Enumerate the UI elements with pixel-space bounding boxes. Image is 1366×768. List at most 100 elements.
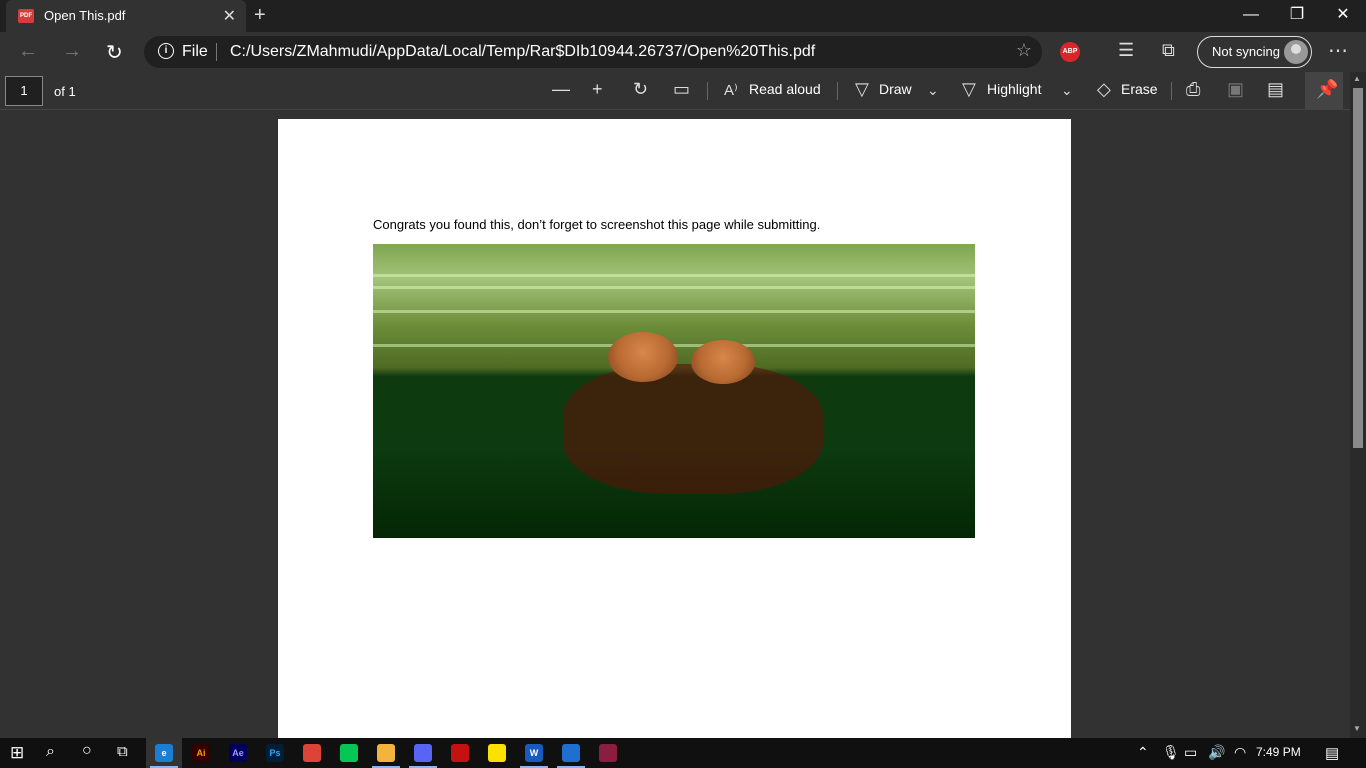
taskbar-app-after-effects[interactable]: Ae bbox=[220, 738, 256, 768]
taskbar: ⊞ ⌕ ○ ⧉ e Ai Ae Ps W ⌃ 🎙 ▭ 🔊 ◠ 7:49 PM ▤ bbox=[0, 738, 1366, 768]
chevron-up-icon[interactable]: ⌃ bbox=[1137, 744, 1149, 761]
tab-title: Open This.pdf bbox=[44, 8, 126, 23]
fit-page-icon[interactable]: ▭ bbox=[673, 79, 690, 100]
scroll-up-icon[interactable]: ▲ bbox=[1353, 74, 1361, 83]
vertical-scrollbar[interactable]: ▲ ▼ bbox=[1350, 72, 1366, 738]
illustrator-icon: Ai bbox=[192, 744, 210, 762]
restore-icon[interactable]: ❐ bbox=[1274, 0, 1320, 32]
forward-icon[interactable]: → bbox=[62, 40, 82, 63]
taskbar-app-chrome[interactable] bbox=[294, 738, 330, 768]
avatar bbox=[1284, 40, 1308, 64]
taskbar-app-file-explorer[interactable] bbox=[368, 738, 404, 768]
cats-photo bbox=[373, 244, 975, 538]
address-bar[interactable]: i File C:/Users/ZMahmudi/AppData/Local/T… bbox=[144, 36, 1042, 68]
file-explorer-icon bbox=[377, 744, 395, 762]
info-icon[interactable]: i bbox=[158, 43, 174, 59]
among-us-icon bbox=[451, 744, 469, 762]
erase-button[interactable]: Erase bbox=[1121, 81, 1158, 97]
save-icon[interactable]: ▣ bbox=[1227, 79, 1244, 100]
microphone-icon[interactable]: 🎙 bbox=[1162, 744, 1180, 761]
refresh-icon[interactable]: ↻ bbox=[106, 40, 123, 65]
rotate-icon[interactable]: ↻ bbox=[633, 79, 648, 100]
pdf-page: Congrats you found this, don’t forget to… bbox=[278, 119, 1071, 739]
taskbar-app-among-us[interactable] bbox=[442, 738, 478, 768]
page-total-label: of 1 bbox=[54, 84, 76, 99]
highlight-button[interactable]: Highlight bbox=[987, 81, 1041, 97]
cat-head-left bbox=[608, 332, 678, 382]
pin-toolbar-button[interactable]: 📌 bbox=[1305, 72, 1343, 110]
notifications-icon[interactable]: ▤ bbox=[1325, 744, 1339, 762]
draw-button[interactable]: Draw bbox=[879, 81, 912, 97]
taskbar-app-photoshop[interactable]: Ps bbox=[257, 738, 293, 768]
adblock-plus-icon[interactable]: ABP bbox=[1060, 42, 1080, 62]
volume-icon[interactable]: 🔊 bbox=[1208, 744, 1225, 761]
scroll-thumb[interactable] bbox=[1353, 88, 1363, 448]
profile-button[interactable]: Not syncing bbox=[1197, 36, 1312, 68]
search-icon[interactable]: ⌕ bbox=[46, 743, 55, 761]
taskbar-app-vegas[interactable] bbox=[553, 738, 589, 768]
favorites-icon[interactable]: ☰ bbox=[1118, 40, 1134, 61]
zoom-out-icon[interactable]: — bbox=[552, 79, 570, 100]
zoom-in-icon[interactable]: + bbox=[592, 79, 603, 100]
scroll-down-icon[interactable]: ▼ bbox=[1353, 724, 1361, 733]
taskbar-app-discord[interactable] bbox=[405, 738, 441, 768]
battery-icon[interactable]: ▭ bbox=[1184, 744, 1197, 761]
url-text[interactable]: C:/Users/ZMahmudi/AppData/Local/Temp/Rar… bbox=[230, 43, 815, 61]
taskbar-app-edge[interactable]: e bbox=[146, 738, 182, 768]
chevron-down-icon[interactable]: ⌄ bbox=[1061, 82, 1073, 99]
after-effects-icon: Ae bbox=[229, 744, 247, 762]
browser-tab[interactable]: PDF Open This.pdf ✕ bbox=[6, 0, 246, 32]
taskbar-app-winrar[interactable] bbox=[590, 738, 626, 768]
discord-icon bbox=[414, 744, 432, 762]
url-divider bbox=[216, 43, 217, 61]
taskbar-app-line[interactable] bbox=[331, 738, 367, 768]
document-text: Congrats you found this, don’t forget to… bbox=[373, 217, 821, 232]
toolbar-divider bbox=[1171, 82, 1172, 100]
close-window-icon[interactable]: ✕ bbox=[1320, 0, 1366, 32]
taskbar-app-illustrator[interactable]: Ai bbox=[183, 738, 219, 768]
toolbar-divider bbox=[707, 82, 708, 100]
chrome-icon bbox=[303, 744, 321, 762]
close-tab-icon[interactable]: ✕ bbox=[223, 6, 236, 26]
collections-icon[interactable]: ⧉ bbox=[1162, 40, 1175, 61]
minimize-icon[interactable]: — bbox=[1228, 0, 1274, 32]
pdf-file-icon: PDF bbox=[18, 9, 34, 23]
edge-icon: e bbox=[155, 744, 173, 762]
print-icon[interactable]: ⎙ bbox=[1186, 79, 1200, 100]
clock[interactable]: 7:49 PM bbox=[1256, 745, 1301, 759]
read-aloud-button[interactable]: Read aloud bbox=[749, 81, 821, 97]
image-band bbox=[373, 310, 975, 313]
toolbar-divider bbox=[837, 82, 838, 100]
back-icon[interactable]: ← bbox=[18, 40, 38, 63]
chevron-down-icon[interactable]: ⌄ bbox=[927, 82, 939, 99]
photoshop-icon: Ps bbox=[266, 744, 284, 762]
image-band bbox=[373, 274, 975, 277]
taskbar-app-sticky-notes[interactable] bbox=[479, 738, 515, 768]
page-number-input[interactable]: 1 bbox=[5, 76, 43, 106]
sync-status-label: Not syncing bbox=[1212, 44, 1280, 59]
new-tab-icon[interactable]: + bbox=[254, 4, 266, 27]
address-toolbar: ← → ↻ i File C:/Users/ZMahmudi/AppData/L… bbox=[0, 32, 1366, 72]
file-scheme-label: File bbox=[182, 43, 208, 60]
title-bar: PDF Open This.pdf ✕ + — ❐ ✕ bbox=[0, 0, 1366, 32]
favorite-star-icon[interactable]: ☆ bbox=[1016, 40, 1032, 61]
cat-head-right bbox=[691, 340, 755, 384]
taskbar-app-word[interactable]: W bbox=[516, 738, 552, 768]
vegas-icon bbox=[562, 744, 580, 762]
cat-body-shadow bbox=[563, 364, 823, 494]
wifi-icon[interactable]: ◠ bbox=[1234, 744, 1246, 761]
highlighter-icon[interactable]: ▽ bbox=[962, 79, 976, 100]
read-aloud-icon[interactable]: A⁾ bbox=[724, 81, 738, 99]
more-options-icon[interactable]: ⋯ bbox=[1328, 38, 1348, 63]
windows-start-icon[interactable]: ⊞ bbox=[10, 743, 24, 763]
pin-icon: 📌 bbox=[1316, 79, 1339, 99]
draw-pen-icon[interactable]: ▽ bbox=[855, 79, 869, 100]
task-view-icon[interactable]: ⧉ bbox=[117, 743, 128, 760]
winrar-icon bbox=[599, 744, 617, 762]
save-as-icon[interactable]: ▤ bbox=[1267, 79, 1284, 100]
pdf-viewer[interactable]: Congrats you found this, don’t forget to… bbox=[0, 111, 1350, 739]
eraser-icon[interactable]: ◇ bbox=[1097, 79, 1111, 100]
cortana-icon[interactable]: ○ bbox=[82, 742, 92, 760]
line-icon bbox=[340, 744, 358, 762]
image-band bbox=[373, 286, 975, 289]
